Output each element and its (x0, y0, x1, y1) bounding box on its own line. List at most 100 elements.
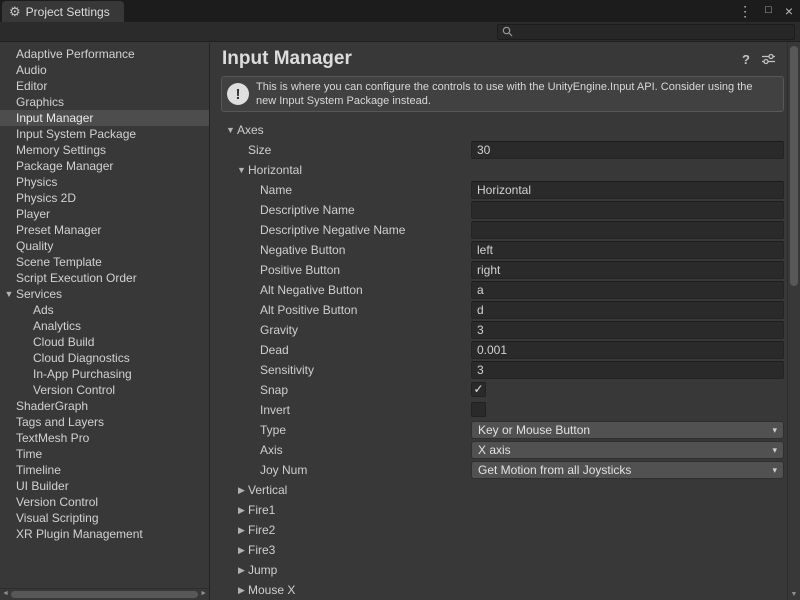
sidebar-item-input-manager[interactable]: Input Manager (0, 110, 209, 126)
joy-num-dropdown[interactable]: Get Motion from all Joysticks ▾ (471, 461, 784, 479)
alt-negative-button-input[interactable] (471, 281, 784, 299)
window-menu-icon[interactable]: ⋮ (738, 4, 752, 18)
window-close-icon[interactable]: × (785, 4, 793, 18)
foldout-collapsed-icon: ▶ (235, 545, 248, 556)
presets-icon[interactable] (761, 53, 776, 65)
snap-checkbox[interactable]: ✓ (471, 382, 486, 397)
sidebar-item-version-control[interactable]: Version Control (0, 494, 209, 510)
sidebar-item-shadergraph[interactable]: ShaderGraph (0, 398, 209, 414)
sidebar-item-player[interactable]: Player (0, 206, 209, 222)
sidebar-item-services[interactable]: ▼ Services (0, 286, 209, 302)
negative-button-input[interactable] (471, 241, 784, 259)
field-row-joy-num: Joy Num Get Motion from all Joysticks ▾ (210, 460, 787, 480)
sidebar-item-version-control-service[interactable]: Version Control (0, 382, 209, 398)
jump-foldout[interactable]: ▶ Jump (210, 560, 787, 580)
sidebar-item-analytics[interactable]: Analytics (0, 318, 209, 334)
field-row-axis: Axis X axis ▾ (210, 440, 787, 460)
invert-checkbox[interactable] (471, 402, 486, 417)
vertical-scrollbar[interactable]: ▼ (787, 43, 800, 600)
field-label: Positive Button (260, 263, 340, 277)
descriptive-name-input[interactable] (471, 201, 784, 219)
sidebar-item-package-manager[interactable]: Package Manager (0, 158, 209, 174)
sidebar-item-cloud-diagnostics[interactable]: Cloud Diagnostics (0, 350, 209, 366)
scroll-down-icon[interactable]: ▼ (788, 591, 800, 598)
field-row-negative-button: Negative Button (210, 240, 787, 260)
foldout-label: Fire2 (248, 523, 275, 537)
sensitivity-input[interactable] (471, 361, 784, 379)
sidebar-item-script-execution-order[interactable]: Script Execution Order (0, 270, 209, 286)
sidebar-item-textmesh-pro[interactable]: TextMesh Pro (0, 430, 209, 446)
gravity-input[interactable] (471, 321, 784, 339)
vertical-foldout[interactable]: ▶ Vertical (210, 480, 787, 500)
sidebar-item-memory-settings[interactable]: Memory Settings (0, 142, 209, 158)
window-buttons: ⋮ □ × (738, 0, 793, 21)
chevron-down-icon: ▾ (772, 445, 777, 456)
sidebar-item-physics-2d[interactable]: Physics 2D (0, 190, 209, 206)
name-input[interactable] (471, 181, 784, 199)
help-icon[interactable]: ? (742, 52, 750, 67)
sidebar-item-preset-manager[interactable]: Preset Manager (0, 222, 209, 238)
info-text: This is where you can configure the cont… (256, 80, 775, 108)
sidebar-item-ads[interactable]: Ads (0, 302, 209, 318)
field-label: Type (260, 423, 286, 437)
field-row-invert: Invert (210, 400, 787, 420)
axis-dropdown[interactable]: X axis ▾ (471, 441, 784, 459)
field-row-name: Name (210, 180, 787, 200)
dropdown-value: X axis (478, 443, 772, 457)
main-panel-content: Input Manager ? ! This is where you can … (210, 43, 787, 600)
vertical-scrollbar-thumb[interactable] (790, 46, 798, 286)
sidebar-item-cloud-build[interactable]: Cloud Build (0, 334, 209, 350)
sidebar-item-xr-plugin-management[interactable]: XR Plugin Management (0, 526, 209, 542)
fire1-foldout[interactable]: ▶ Fire1 (210, 500, 787, 520)
main-header: Input Manager ? (210, 43, 787, 71)
dropdown-value: Get Motion from all Joysticks (478, 463, 772, 477)
sidebar-item-time[interactable]: Time (0, 446, 209, 462)
field-row-gravity: Gravity (210, 320, 787, 340)
sidebar-item-audio[interactable]: Audio (0, 62, 209, 78)
fire3-foldout[interactable]: ▶ Fire3 (210, 540, 787, 560)
sidebar-item-input-system-package[interactable]: Input System Package (0, 126, 209, 142)
sidebar-item-physics[interactable]: Physics (0, 174, 209, 190)
foldout-collapsed-icon: ▶ (235, 585, 248, 596)
field-label: Invert (260, 403, 290, 417)
size-input[interactable] (471, 141, 784, 159)
foldout-expanded-icon[interactable]: ▼ (3, 286, 15, 302)
window-maximize-icon[interactable]: □ (765, 5, 772, 16)
axes-foldout[interactable]: ▼ Axes (210, 120, 787, 140)
fire2-foldout[interactable]: ▶ Fire2 (210, 520, 787, 540)
dead-input[interactable] (471, 341, 784, 359)
horizontal-foldout[interactable]: ▼ Horizontal (210, 160, 787, 180)
field-row-descriptive-name: Descriptive Name (210, 200, 787, 220)
alt-positive-button-input[interactable] (471, 301, 784, 319)
descriptive-negative-name-input[interactable] (471, 221, 784, 239)
sidebar-item-visual-scripting[interactable]: Visual Scripting (0, 510, 209, 526)
sidebar-item-quality[interactable]: Quality (0, 238, 209, 254)
sidebar-item-in-app-purchasing[interactable]: In-App Purchasing (0, 366, 209, 382)
sidebar-item-tags-and-layers[interactable]: Tags and Layers (0, 414, 209, 430)
search-box[interactable] (497, 24, 795, 40)
info-box: ! This is where you can configure the co… (221, 76, 784, 112)
sidebar-item-timeline[interactable]: Timeline (0, 462, 209, 478)
sidebar-item-editor[interactable]: Editor (0, 78, 209, 94)
sidebar-item-adaptive-performance[interactable]: Adaptive Performance (0, 46, 209, 62)
field-label: Axis (260, 443, 283, 457)
positive-button-input[interactable] (471, 261, 784, 279)
sidebar-item-scene-template[interactable]: Scene Template (0, 254, 209, 270)
search-input[interactable] (517, 26, 790, 38)
header-icons: ? (742, 52, 781, 67)
type-dropdown[interactable]: Key or Mouse Button ▾ (471, 421, 784, 439)
field-label: Descriptive Name (260, 203, 355, 217)
scroll-right-icon[interactable]: ► (200, 590, 207, 597)
tab-title: Project Settings (26, 5, 110, 19)
foldout-expanded-icon: ▼ (235, 165, 248, 175)
dropdown-value: Key or Mouse Button (478, 423, 772, 437)
field-row-dead: Dead (210, 340, 787, 360)
horizontal-scrollbar[interactable]: ◄ ► (0, 588, 209, 600)
horizontal-scrollbar-thumb[interactable] (11, 591, 198, 598)
sidebar-item-ui-builder[interactable]: UI Builder (0, 478, 209, 494)
mouse-x-foldout[interactable]: ▶ Mouse X (210, 580, 787, 600)
sidebar-item-graphics[interactable]: Graphics (0, 94, 209, 110)
info-icon: ! (227, 83, 249, 105)
scroll-left-icon[interactable]: ◄ (2, 590, 9, 597)
project-settings-tab[interactable]: ⚙ Project Settings (2, 1, 124, 22)
